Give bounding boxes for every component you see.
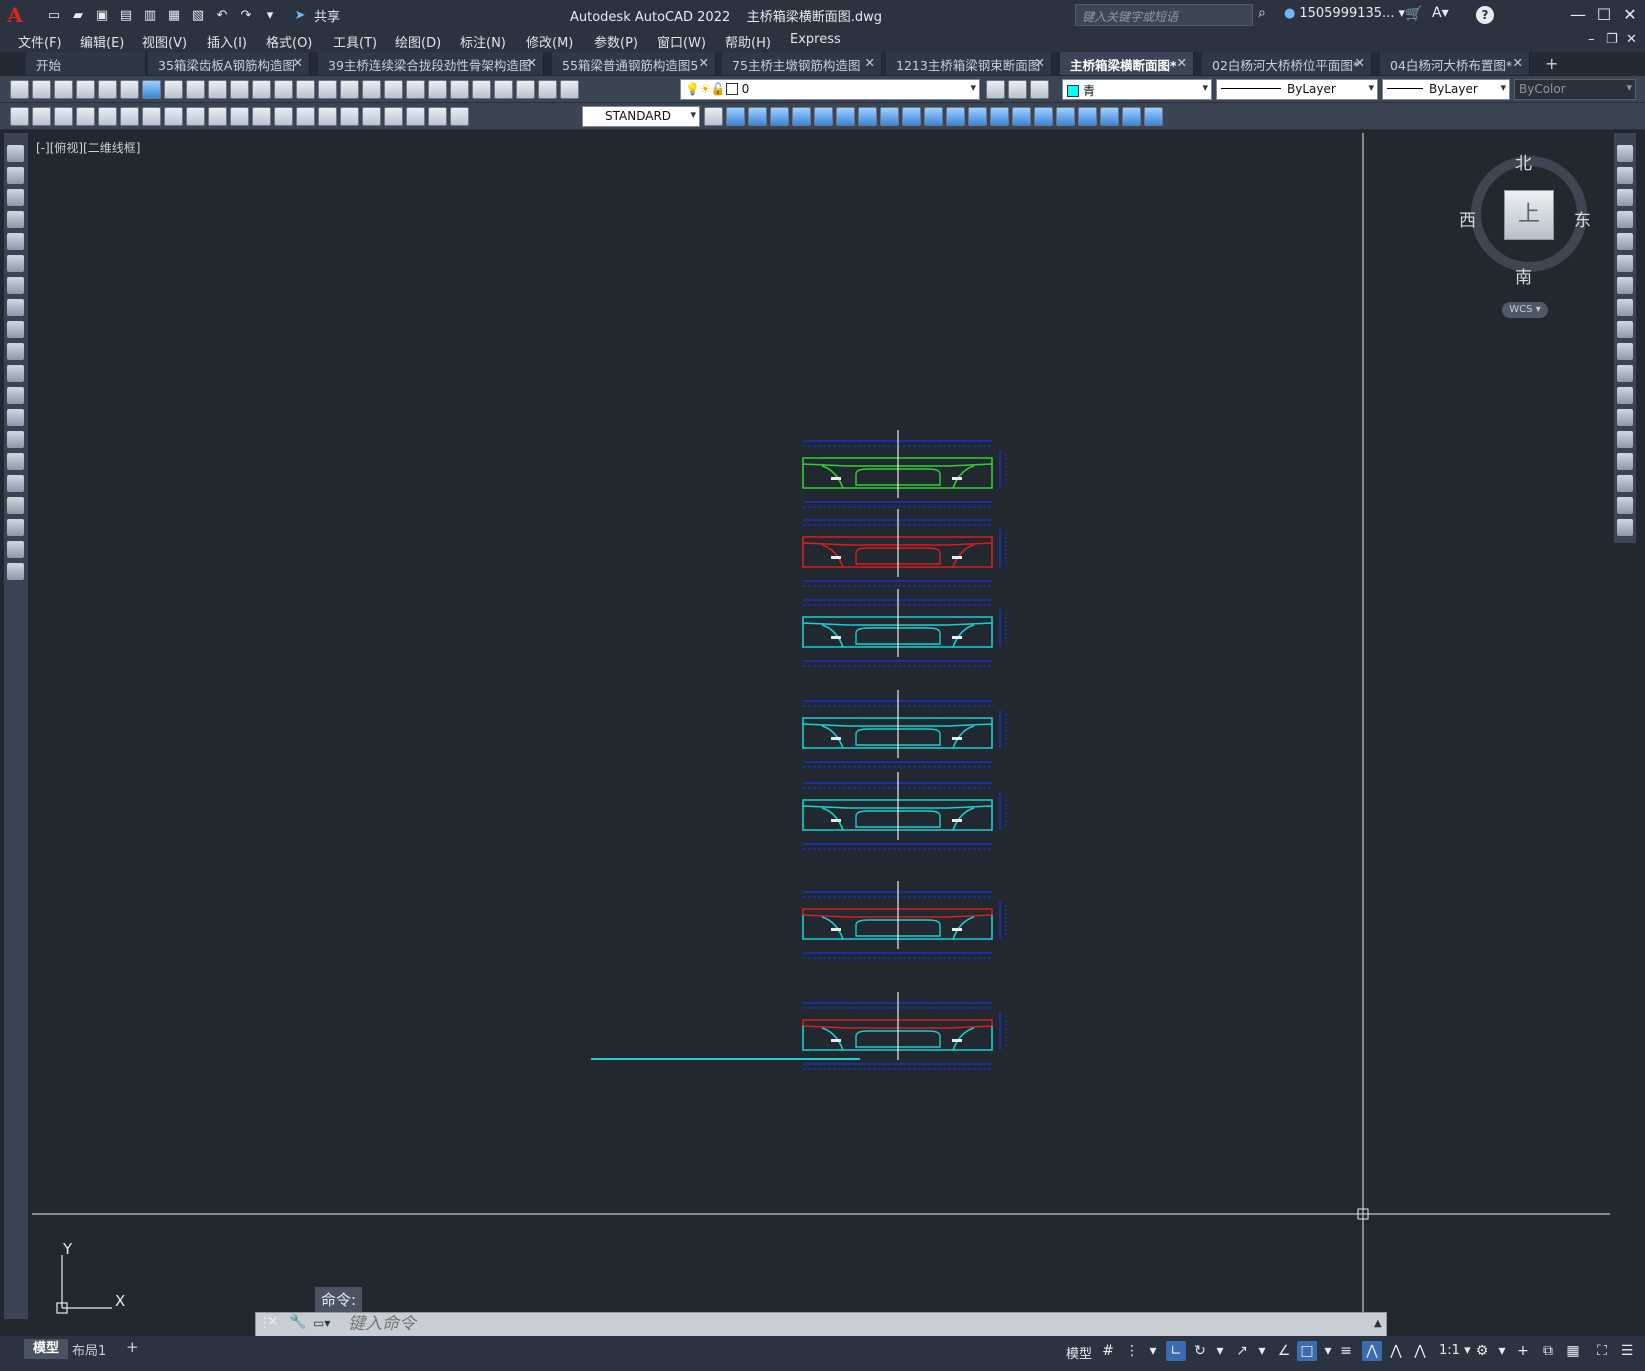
right-web [951,724,993,749]
section-label [831,636,841,639]
close-icon[interactable]: ✕ [267,1314,279,1330]
chevron-down-icon: ▾ [1535,304,1541,315]
section-label [831,737,841,740]
add-layout-button[interactable]: + [126,1338,139,1356]
annotation-scale-value: 1:1 [1439,1343,1460,1358]
right-web [951,806,993,831]
isolate-icon[interactable]: ⧉ [1538,1341,1558,1361]
section-label [831,928,841,931]
section-label [952,636,962,639]
section-label [952,477,962,480]
left-web [802,464,845,489]
left-web [802,806,845,831]
chevron-down-icon[interactable]: ▾ [1318,1341,1338,1361]
recent-commands-icon[interactable]: ▭▾ [313,1316,330,1330]
wrench-icon[interactable]: 🔧 [289,1314,306,1330]
chevron-down-icon[interactable]: ▾ [1252,1341,1272,1361]
chevron-down-icon[interactable]: ▾ [1143,1341,1163,1361]
chevron-down-icon[interactable]: ▾ [1492,1341,1512,1361]
auto-scale-icon[interactable]: ⋀ [1386,1341,1406,1361]
annotation-scale-icon[interactable]: ⋀ [1410,1341,1430,1361]
chevron-down-icon: ▾ [1464,1343,1471,1358]
compass-north[interactable]: 北 [1515,149,1532,174]
right-web [951,915,993,940]
chevron-down-icon[interactable]: ▾ [1210,1341,1230,1361]
wcs-menu-button[interactable]: WCS ▾ [1502,302,1548,318]
gear-icon[interactable]: ⚙ [1472,1341,1492,1361]
viewcube-top-face[interactable]: 上 [1504,190,1554,240]
menu-icon[interactable]: ☰ [1617,1341,1637,1361]
section-label [952,928,962,931]
command-history: 命令: [315,1287,363,1312]
annotation-visibility-icon[interactable]: ⋀ [1362,1341,1382,1361]
section-label [952,1039,962,1042]
left-web [802,915,845,940]
section-label [831,819,841,822]
section-label [831,556,841,559]
otrack-icon[interactable]: ∠ [1274,1341,1294,1361]
model-tab[interactable]: 模型 [24,1339,68,1359]
layout-tab[interactable]: 布局1 [72,1340,106,1359]
compass-south[interactable]: 南 [1515,263,1532,288]
wcs-label: WCS [1509,304,1533,315]
compass-west[interactable]: 西 [1459,206,1476,231]
osnap-icon[interactable]: □ [1297,1341,1317,1361]
section-label [831,477,841,480]
plus-icon[interactable]: + [1513,1341,1533,1361]
section-label [952,737,962,740]
left-web [802,1026,845,1051]
ucs-x-label: X [115,1292,126,1310]
right-web [951,1026,993,1051]
section-label [952,819,962,822]
model-space-toggle[interactable]: 模型 [1066,1343,1092,1362]
drawing-geometry [32,133,1610,1319]
compass-east[interactable]: 东 [1574,206,1591,231]
left-web [802,724,845,749]
right-web [951,464,993,489]
command-input[interactable] [348,1313,1348,1335]
snap-icon[interactable]: ⋮ [1122,1341,1142,1361]
chevron-up-icon[interactable]: ▲ [1374,1318,1382,1329]
ucs-y-label: Y [63,1240,73,1258]
annotation-scale[interactable]: 1:1 ▾ [1439,1343,1471,1358]
right-web [951,623,993,648]
left-web [802,543,845,568]
hardware-accel-icon[interactable]: ▦ [1563,1341,1583,1361]
grid-icon[interactable]: # [1098,1341,1118,1361]
lineweight-icon[interactable]: ≡ [1336,1341,1356,1361]
polar-icon[interactable]: ↻ [1190,1341,1210,1361]
clean-screen-icon[interactable]: ⛶ [1592,1341,1612,1361]
box-girder-sections [802,430,1007,1070]
section-label [831,1039,841,1042]
isodraft-icon[interactable]: ↗ [1232,1341,1252,1361]
left-web [802,623,845,648]
ortho-icon[interactable]: ∟ [1166,1341,1186,1361]
section-label [952,556,962,559]
right-web [951,543,993,568]
